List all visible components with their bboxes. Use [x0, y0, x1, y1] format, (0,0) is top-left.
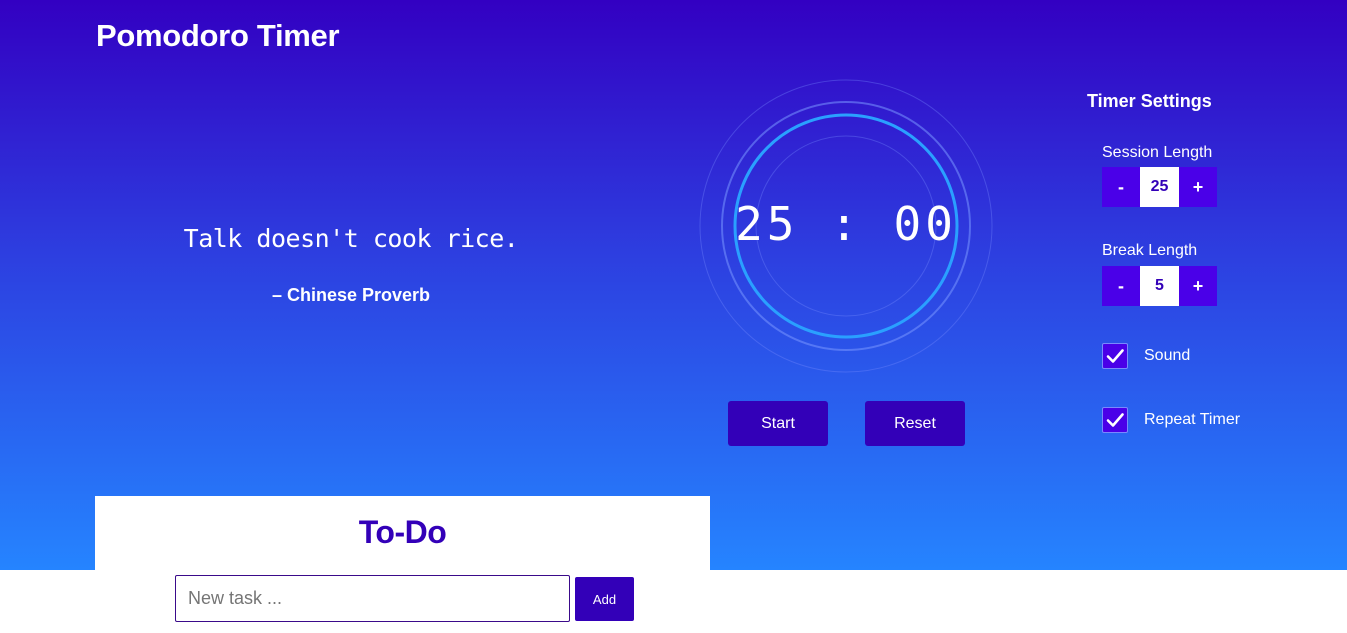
session-length-label: Session Length: [1102, 144, 1213, 161]
settings-title: Timer Settings: [1087, 91, 1212, 111]
session-length-stepper: - 25 +: [1102, 167, 1221, 207]
checkmark-icon: [1106, 349, 1124, 363]
checkmark-icon: [1106, 413, 1124, 427]
sound-setting: Sound: [1102, 343, 1190, 369]
quote-text: Talk doesn't cook rice.: [183, 224, 519, 253]
start-button[interactable]: Start: [728, 401, 828, 446]
reset-button[interactable]: Reset: [865, 401, 965, 446]
add-task-button[interactable]: Add: [575, 577, 634, 621]
session-increment-button[interactable]: +: [1179, 167, 1217, 207]
break-increment-button[interactable]: +: [1179, 266, 1217, 306]
sound-checkbox[interactable]: [1102, 343, 1128, 369]
timer-clock: 25 : 00: [699, 79, 993, 373]
todo-card: To-Do: [95, 496, 710, 576]
break-decrement-button[interactable]: -: [1102, 266, 1140, 306]
new-task-input[interactable]: [175, 575, 570, 622]
session-length-value: 25: [1140, 167, 1179, 207]
break-length-label: Break Length: [1102, 242, 1198, 259]
break-length-stepper: - 5 +: [1102, 266, 1221, 306]
repeat-timer-label: Repeat Timer: [1144, 411, 1241, 428]
break-length-value: 5: [1140, 266, 1179, 306]
repeat-timer-checkbox[interactable]: [1102, 407, 1128, 433]
app-title: Pomodoro Timer: [96, 18, 340, 53]
time-display: 25 : 00: [735, 197, 957, 251]
quote-author: – Chinese Proverb: [271, 285, 431, 305]
session-decrement-button[interactable]: -: [1102, 167, 1140, 207]
repeat-timer-setting: Repeat Timer: [1102, 407, 1240, 433]
todo-title: To-Do: [358, 514, 447, 550]
sound-label: Sound: [1144, 347, 1191, 364]
